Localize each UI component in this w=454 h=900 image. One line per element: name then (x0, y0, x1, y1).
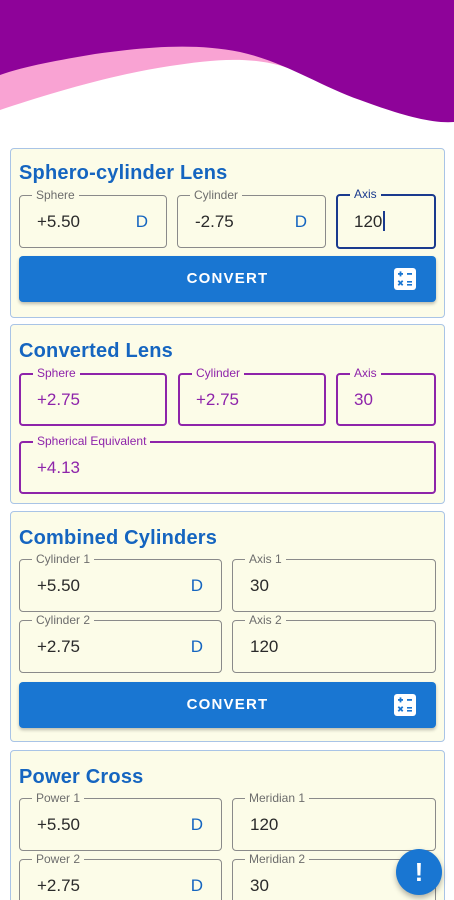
converted-cylinder-field: Cylinder +2.75 (178, 366, 326, 426)
converted-lens-title: Converted Lens (19, 340, 173, 362)
cylinder-label: Cylinder (190, 188, 243, 202)
axis2-value: 120 (250, 637, 279, 656)
cylinder1-value: +5.50 (37, 576, 81, 595)
converted-lens-card: Converted Lens Sphere +2.75 Cylinder +2.… (10, 324, 445, 504)
power2-label: Power 2 (32, 852, 85, 866)
combined-convert-button[interactable]: CONVERT (19, 682, 436, 728)
power1-input[interactable]: Power 1 +5.50 D (19, 791, 222, 851)
meridian1-input[interactable]: Meridian 1 120 (232, 791, 436, 851)
axis2-input[interactable]: Axis 2 120 (232, 613, 436, 673)
text-cursor (383, 211, 386, 231)
calculator-icon (394, 268, 416, 290)
convert-button[interactable]: CONVERT (19, 256, 436, 302)
combined-convert-button-label: CONVERT (186, 696, 269, 713)
cylinder1-label: Cylinder 1 (32, 552, 95, 566)
meridian1-value: 120 (250, 815, 279, 834)
power1-unit: D (190, 815, 203, 834)
axis-input[interactable]: Axis 120 (336, 187, 436, 249)
spherical-equivalent-field: Spherical Equivalent +4.13 (19, 434, 436, 494)
axis-value: 120 (354, 212, 383, 231)
convert-button-label: CONVERT (186, 270, 269, 287)
converted-cylinder-value: +2.75 (196, 390, 240, 409)
power-cross-title: Power Cross (19, 766, 144, 788)
power-cross-card: Power Cross Power 1 +5.50 D Meridian 1 1… (10, 750, 445, 900)
axis-value-wrap: 120 (354, 211, 386, 232)
cylinder-input[interactable]: Cylinder -2.75 D (177, 188, 326, 248)
converted-sphere-field: Sphere +2.75 (19, 366, 167, 426)
alert-fab-button[interactable]: ! (396, 849, 442, 895)
cylinder2-value: +2.75 (37, 637, 81, 656)
sphere-unit: D (135, 212, 148, 231)
cylinder2-label: Cylinder 2 (32, 613, 95, 627)
converted-sphere-label: Sphere (33, 366, 80, 380)
converted-axis-field: Axis 30 (336, 366, 436, 426)
power2-value: +2.75 (37, 876, 81, 895)
combined-cylinders-card: Combined Cylinders Cylinder 1 +5.50 D Ax… (10, 511, 445, 742)
power2-input[interactable]: Power 2 +2.75 D (19, 852, 222, 900)
axis1-value: 30 (250, 576, 269, 595)
power1-label: Power 1 (32, 791, 85, 805)
alert-icon: ! (414, 857, 424, 887)
converted-axis-value: 30 (354, 390, 373, 409)
cylinder-unit: D (294, 212, 307, 231)
cylinder-value: -2.75 (195, 212, 234, 231)
combined-cylinders-title: Combined Cylinders (19, 527, 218, 549)
cylinder2-input[interactable]: Cylinder 2 +2.75 D (19, 613, 222, 673)
cylinder1-input[interactable]: Cylinder 1 +5.50 D (19, 552, 222, 612)
sphere-value: +5.50 (37, 212, 81, 231)
cylinder2-unit: D (190, 637, 203, 656)
calculator-icon (394, 694, 416, 716)
axis-label: Axis (350, 187, 381, 201)
converted-sphere-value: +2.75 (37, 390, 81, 409)
sphero-cylinder-title: Sphero-cylinder Lens (19, 162, 228, 184)
spherical-equivalent-label: Spherical Equivalent (33, 434, 151, 448)
sphero-cylinder-card: Sphero-cylinder Lens Sphere +5.50 D Cyli… (10, 148, 445, 318)
sphere-label: Sphere (32, 188, 79, 202)
axis1-label: Axis 1 (245, 552, 286, 566)
converted-cylinder-label: Cylinder (192, 366, 245, 380)
meridian1-label: Meridian 1 (245, 791, 310, 805)
meridian2-label: Meridian 2 (245, 852, 310, 866)
axis1-input[interactable]: Axis 1 30 (232, 552, 436, 612)
meridian2-value: 30 (250, 876, 269, 895)
power1-value: +5.50 (37, 815, 81, 834)
cylinder1-unit: D (190, 576, 203, 595)
sphere-input[interactable]: Sphere +5.50 D (19, 188, 167, 248)
converted-axis-label: Axis (350, 366, 381, 380)
header-wave (0, 0, 454, 160)
spherical-equivalent-value: +4.13 (37, 458, 81, 477)
power2-unit: D (190, 876, 203, 895)
axis2-label: Axis 2 (245, 613, 286, 627)
